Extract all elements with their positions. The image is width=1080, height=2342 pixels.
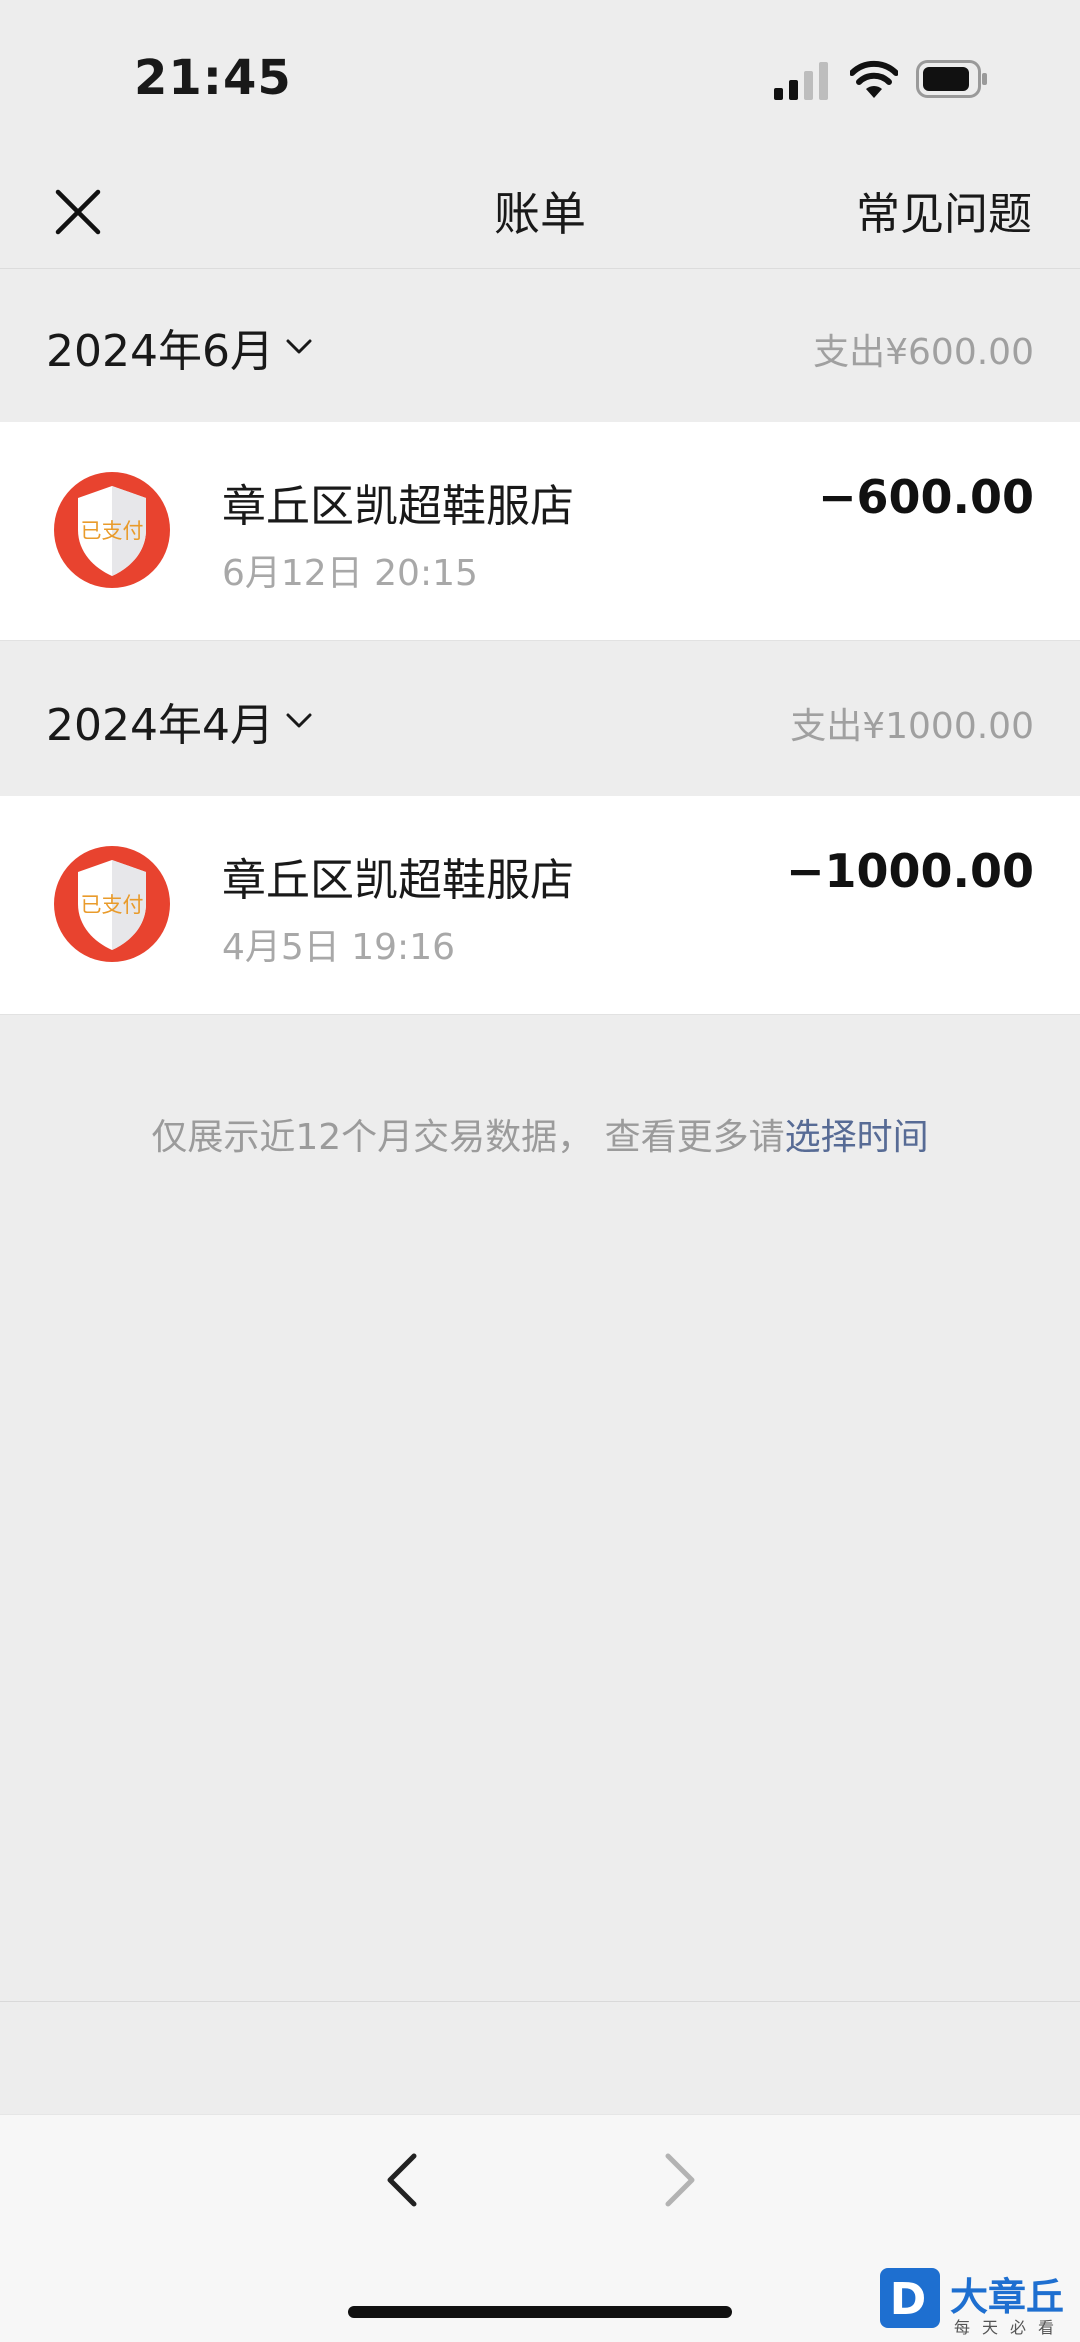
chevron-down-icon[interactable] [286,713,312,729]
bill-row[interactable]: 已支付 章丘区凯超鞋服店 4月5日 19:16 −1000.00 [0,796,1080,1015]
wifi-icon [850,60,898,98]
divider [0,2001,1080,2002]
battery-icon [916,60,987,98]
cellular-signal-icon [774,62,828,100]
status-time: 21:45 [134,50,292,106]
chevron-down-icon[interactable] [286,339,312,355]
watermark: D 大章丘 每天必看 [880,2266,1080,2341]
svg-text:已支付: 已支付 [81,519,144,543]
month-total: 支出¥1000.00 [790,706,1034,747]
month-label[interactable]: 2024年4月 [46,689,274,753]
history-note: 仅展示近12个月交易数据， 查看更多请选择时间 [0,1108,1080,1160]
svg-text:已支付: 已支付 [81,893,144,917]
month-label[interactable]: 2024年6月 [46,315,274,379]
svg-text:D: D [890,2274,927,2325]
month-header[interactable]: 2024年6月 支出¥600.00 [0,269,1080,421]
back-arrow-icon[interactable] [374,2148,434,2212]
merchant-name: 章丘区凯超鞋服店 [222,855,574,906]
bill-amount: −600.00 [817,470,1034,524]
watermark-tagline: 每天必看 [954,2318,1067,2337]
merchant-name: 章丘区凯超鞋服店 [222,481,574,532]
bill-amount: −1000.00 [785,844,1034,898]
watermark-name: 大章丘 [950,2275,1065,2319]
paid-shield-icon: 已支付 [54,472,170,588]
faq-link[interactable]: 常见问题 [856,178,1032,242]
month-total: 支出¥600.00 [813,332,1034,373]
month-header[interactable]: 2024年4月 支出¥1000.00 [0,643,1080,795]
watermark-logo-icon: D [880,2268,940,2328]
paid-shield-icon: 已支付 [54,846,170,962]
history-note-text: 仅展示近12个月交易数据， 查看更多请 [151,1117,785,1158]
select-time-link[interactable]: 选择时间 [785,1117,929,1158]
bill-row[interactable]: 已支付 章丘区凯超鞋服店 6月12日 20:15 −600.00 [0,422,1080,641]
home-indicator[interactable] [348,2306,732,2318]
bill-time: 6月12日 20:15 [222,553,478,594]
bill-time: 4月5日 19:16 [222,927,455,968]
forward-arrow-icon[interactable] [648,2148,708,2212]
